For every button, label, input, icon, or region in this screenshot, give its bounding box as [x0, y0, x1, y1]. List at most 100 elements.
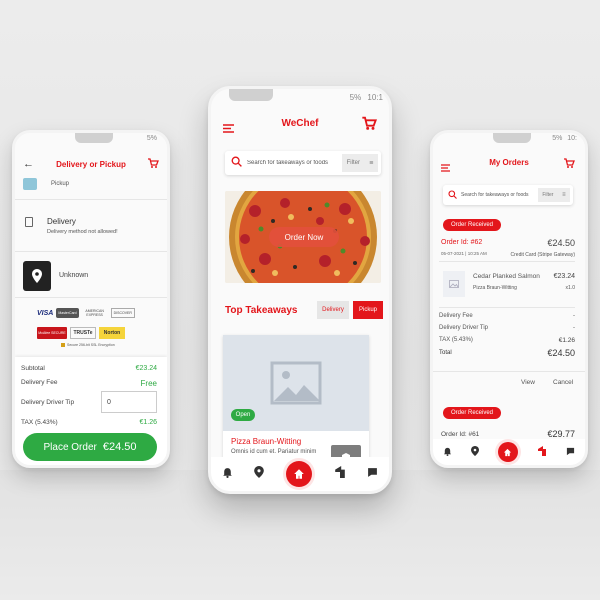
tip-label: Delivery Driver Tip [21, 399, 75, 406]
delivery-fee-label: Delivery Fee [21, 379, 58, 386]
location-label: Unknown [59, 272, 89, 279]
status-bar: 5% 10:1 [350, 93, 383, 102]
subtotal-label: Subtotal [21, 365, 45, 372]
order-date: 05-07-2021 | 10:25 AM [441, 251, 487, 256]
hero-banner[interactable]: Order Now [225, 191, 381, 283]
trust-badges: McAfee SECURE TRUSTe Norton [37, 325, 157, 341]
tax-value: €1.26 [558, 337, 575, 344]
battery-label: 5% [552, 135, 563, 142]
search-icon [231, 154, 242, 172]
tip-row: Delivery Driver Tip 0 [21, 391, 157, 415]
place-order-total: €24.50 [102, 441, 137, 453]
search-input[interactable]: Search for takeaways or foods [247, 160, 342, 166]
tab-delivery[interactable]: Delivery [317, 301, 349, 319]
delivery-fee-label: Delivery Fee [439, 313, 473, 319]
order-card-62[interactable]: Order Id: #62 €24.50 05-07-2021 | 10:25 … [439, 238, 575, 359]
payment-method: Credit Card (Stripe Gateway) [510, 252, 575, 258]
section-title: Top Takeaways [225, 305, 298, 316]
order-id-61: Order Id: #61 [441, 431, 480, 438]
tip-label: Delivery Driver Tip [439, 325, 489, 331]
search-bar[interactable]: Search for takeaways or foods Filter ≡ [443, 185, 573, 205]
delivery-title: Delivery [47, 217, 76, 226]
tax-label: TAX (5.43%) [439, 337, 473, 343]
location-pin-icon [23, 261, 51, 291]
fastfood-icon[interactable] [334, 465, 346, 483]
norton-badge: Norton [99, 327, 125, 339]
cart-icon[interactable] [361, 115, 378, 136]
cart-icon[interactable] [563, 156, 575, 174]
tab-pickup[interactable]: Pickup [353, 301, 383, 319]
filter-icon: ≡ [369, 159, 374, 167]
pin-icon[interactable] [254, 465, 265, 483]
filter-icon: ≡ [562, 192, 566, 198]
fastfood-icon[interactable] [537, 443, 547, 461]
mcafee-badge: McAfee SECURE [37, 327, 67, 339]
pickup-label: Pickup [51, 181, 70, 187]
secure-note-text: Secure 256-bit SSL Encryption [67, 343, 115, 347]
view-button[interactable]: View [521, 379, 535, 386]
battery-label: 5% [349, 93, 362, 102]
total-value: €24.50 [547, 348, 575, 358]
item-name: Cedar Planked Salmon [473, 273, 540, 280]
place-order-button[interactable]: Place Order €24.50 [23, 433, 157, 461]
home-icon[interactable] [285, 461, 312, 487]
search-input[interactable]: Search for takeaways or foods [461, 192, 538, 198]
phone-notch [75, 133, 113, 143]
mastercard-logo: MasterCard [56, 308, 79, 318]
subtotal-value: €23.24 [135, 365, 157, 372]
tax-row: TAX (5.43%) €1.26 [21, 419, 157, 426]
pin-icon[interactable] [470, 443, 479, 461]
home-icon[interactable] [497, 442, 518, 462]
search-bar[interactable]: Search for takeaways or foods Filter ≡ [225, 151, 381, 175]
left-header: ← Delivery or Pickup [15, 155, 167, 173]
item-price: €23.24 [553, 273, 575, 280]
right-header: My Orders [433, 155, 585, 173]
delivery-note: Delivery method not allowed! [47, 229, 118, 235]
filter-button[interactable]: Filter ≡ [342, 154, 378, 172]
bottom-nav [433, 439, 585, 465]
cart-icon[interactable] [147, 156, 159, 174]
visa-logo: VISA [37, 309, 54, 317]
chat-icon[interactable] [367, 465, 378, 483]
item-restaurant: Pizza Braun-Witting [473, 285, 517, 291]
lock-icon [61, 343, 65, 347]
order-received-badge: Order Received [443, 407, 501, 419]
phone-notch [229, 89, 273, 101]
summary-panel: Subtotal €23.24 Delivery Fee Free Delive… [15, 357, 167, 465]
cancel-button[interactable]: Cancel [553, 379, 573, 386]
bottom-nav [211, 457, 389, 491]
order-id: Order Id: #62 [441, 239, 483, 246]
image-placeholder-icon [270, 361, 322, 405]
tax-label: TAX (5.43%) [21, 419, 58, 426]
bell-icon[interactable] [443, 443, 452, 461]
delivery-option[interactable]: Delivery Delivery method not allowed! [23, 215, 159, 245]
pickup-row[interactable]: Pickup [23, 175, 159, 193]
item-image-placeholder [443, 271, 465, 297]
delivery-fee-value: Free [140, 379, 157, 388]
phone-notch [493, 133, 531, 143]
truste-badge: TRUSTe [70, 327, 96, 339]
payment-logos: VISA MasterCard AMERICAN EXPRESS DISCOVE… [37, 305, 157, 321]
delivery-icon [25, 217, 33, 227]
filter-button[interactable]: Filter ≡ [538, 188, 570, 202]
status-bar: 5% 10: [552, 135, 577, 142]
discover-logo: DISCOVER [110, 308, 135, 318]
filter-label: Filter [346, 160, 360, 166]
right-phone: 5% 10: My Orders Search for takeaways or… [430, 130, 588, 468]
location-row[interactable]: Unknown [23, 261, 159, 293]
place-order-label: Place Order [43, 441, 97, 453]
item-qty: x1.0 [565, 285, 575, 291]
tax-value: €1.26 [139, 419, 157, 426]
tip-input[interactable]: 0 [101, 391, 157, 413]
chat-icon[interactable] [566, 443, 575, 461]
open-badge: Open [231, 409, 255, 421]
clock-label: 10: [567, 135, 577, 142]
order-now-button[interactable]: Order Now [269, 227, 339, 247]
tip-value: - [573, 325, 575, 331]
delivery-fee-row: Delivery Fee Free [21, 379, 157, 388]
center-phone: 5% 10:1 WeChef Search for takeaways or f… [208, 86, 392, 494]
bell-icon[interactable] [222, 465, 233, 483]
subtotal-row: Subtotal €23.24 [21, 365, 157, 372]
secure-note: Secure 256-bit SSL Encryption [61, 343, 115, 347]
screen-title: Delivery or Pickup [56, 159, 126, 169]
